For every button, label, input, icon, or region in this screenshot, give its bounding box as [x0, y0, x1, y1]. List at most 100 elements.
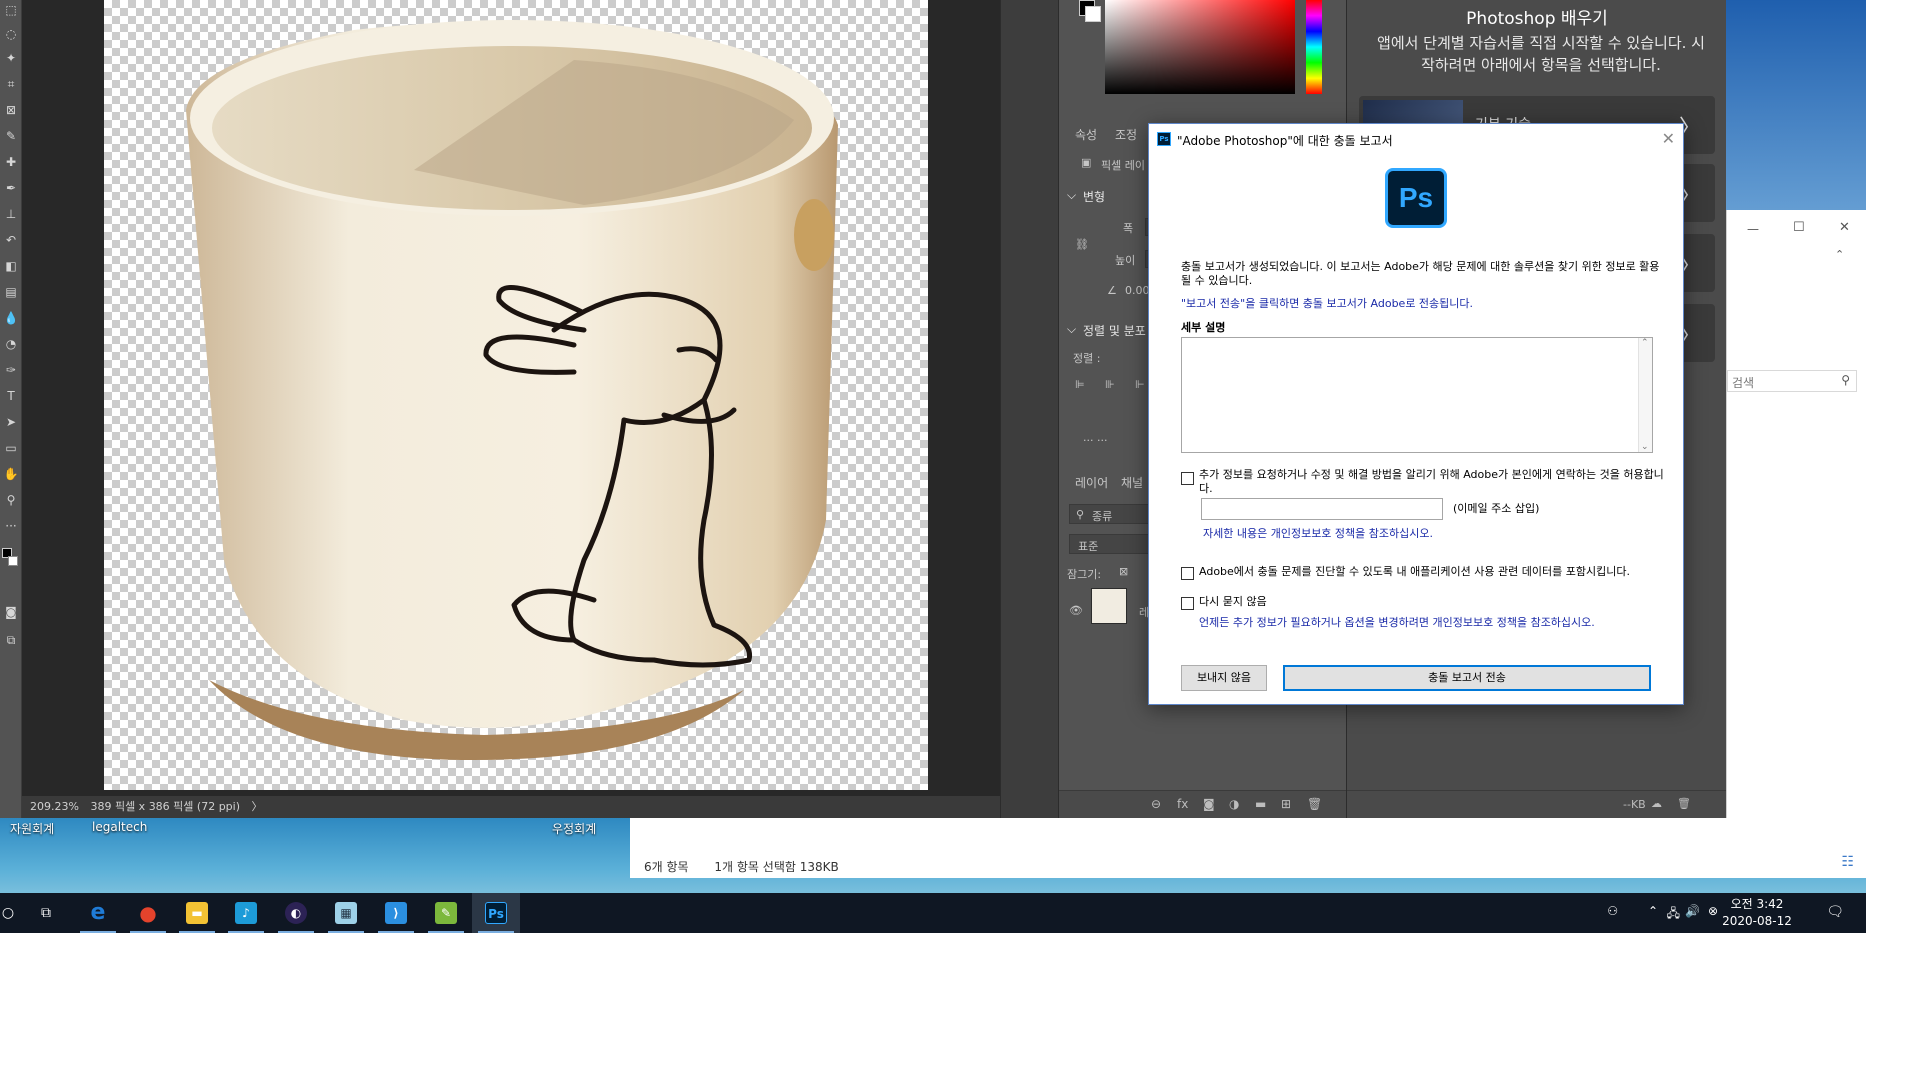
history-brush-tool-icon[interactable]: ↶: [3, 232, 19, 248]
dont-ask-checkbox[interactable]: [1181, 597, 1194, 610]
scroll-down-icon[interactable]: ⌄: [1641, 442, 1649, 452]
file-explorer-icon[interactable]: ▬: [173, 893, 221, 933]
blend-mode-select[interactable]: 표준: [1069, 534, 1159, 554]
link-icon[interactable]: ⛓: [1075, 238, 1089, 251]
blur-tool-icon[interactable]: 💧: [3, 310, 19, 326]
align-left-icon[interactable]: ⊫: [1075, 378, 1085, 391]
align-section-title[interactable]: 정렬 및 분포: [1083, 322, 1146, 339]
angle-value[interactable]: 0.00: [1125, 284, 1150, 297]
quick-select-tool-icon[interactable]: ✦: [3, 50, 19, 66]
eyedropper-tool-icon[interactable]: ✎: [3, 128, 19, 144]
scrollbar[interactable]: ⌃ ⌄: [1638, 338, 1652, 452]
chrome-icon[interactable]: ●: [124, 893, 172, 933]
background-swatch[interactable]: [1085, 6, 1101, 22]
email-field[interactable]: [1201, 498, 1443, 520]
screen-mode-icon[interactable]: ⧉: [3, 632, 19, 648]
crop-tool-icon[interactable]: ⌗: [3, 76, 19, 92]
contact-checkbox[interactable]: [1181, 472, 1194, 485]
layer-filter-select[interactable]: ⚲ 종류: [1069, 504, 1159, 524]
transform-section-title[interactable]: 변형: [1083, 188, 1105, 205]
pen-tool-icon[interactable]: ✑: [3, 362, 19, 378]
volume-icon[interactable]: 🔊: [1685, 904, 1700, 918]
gradient-tool-icon[interactable]: ▤: [3, 284, 19, 300]
type-tool-icon[interactable]: T: [3, 388, 19, 404]
chevron-up-icon[interactable]: ⌃: [1648, 904, 1658, 918]
tab-properties[interactable]: 속성: [1075, 126, 1097, 143]
desktop-icon-label[interactable]: 우정회계: [552, 820, 596, 837]
edge-icon[interactable]: e: [74, 893, 122, 933]
tab-channels[interactable]: 채널: [1121, 474, 1143, 491]
document-canvas[interactable]: [104, 0, 928, 790]
tab-adjustments[interactable]: 조정: [1115, 126, 1137, 143]
minimize-icon[interactable]: —: [1747, 222, 1759, 236]
chevron-down-icon[interactable]: ⌵: [1067, 188, 1076, 203]
close-icon[interactable]: ✕: [1662, 129, 1675, 148]
lock-transparency-icon[interactable]: ⊠: [1119, 565, 1128, 578]
privacy-link[interactable]: 자세한 내용은 개인정보보호 정책을 참조하십시오.: [1203, 527, 1653, 541]
maximize-icon[interactable]: ☐: [1793, 220, 1805, 235]
eclipse-icon[interactable]: ◐: [272, 893, 320, 933]
eye-icon[interactable]: 👁: [1069, 604, 1083, 617]
detail-textarea[interactable]: ⌃ ⌄: [1181, 337, 1653, 453]
dodge-tool-icon[interactable]: ◔: [3, 336, 19, 352]
background-color-swatch[interactable]: [8, 556, 18, 566]
task-view-icon[interactable]: ⧉: [22, 893, 70, 933]
hue-slider[interactable]: [1306, 0, 1322, 94]
close-icon[interactable]: ✕: [1839, 220, 1850, 235]
chevron-up-icon[interactable]: ⌃: [1835, 248, 1844, 261]
chevron-down-icon[interactable]: ⌵: [1067, 322, 1076, 337]
align-center-icon[interactable]: ⊪: [1105, 378, 1115, 391]
frame-tool-icon[interactable]: ⊠: [3, 102, 19, 118]
layer-thumbnail[interactable]: [1091, 588, 1127, 624]
quick-mask-icon[interactable]: ◙: [3, 604, 19, 620]
stamp-tool-icon[interactable]: ⊥: [3, 206, 19, 222]
new-layer-icon[interactable]: ⊞: [1281, 797, 1291, 811]
more-options[interactable]: ··· ···: [1083, 434, 1107, 447]
desktop-icon-label[interactable]: legaltech: [92, 820, 147, 834]
zoom-tool-icon[interactable]: ⚲: [3, 492, 19, 508]
tab-layers[interactable]: 레이어: [1075, 474, 1108, 491]
notepad-icon[interactable]: ▦: [322, 893, 370, 933]
notepad-plus-icon[interactable]: ✎: [422, 893, 470, 933]
status-chevron-icon[interactable]: 〉: [252, 800, 263, 813]
search-input[interactable]: 검색 ⚲: [1727, 370, 1857, 392]
network-icon[interactable]: 🖧: [1667, 904, 1680, 925]
more-tools-icon[interactable]: ···: [3, 518, 19, 534]
usage-data-checkbox[interactable]: [1181, 567, 1194, 580]
marquee-tool-icon[interactable]: ⬚: [3, 2, 19, 18]
music-app-icon[interactable]: ♪: [222, 893, 270, 933]
brush-tool-icon[interactable]: ✒: [3, 180, 19, 196]
folder-icon[interactable]: ▬: [1255, 797, 1266, 811]
healing-brush-tool-icon[interactable]: ✚: [3, 154, 19, 170]
contact-checkbox-label[interactable]: 추가 정보를 요청하거나 수정 및 해결 방법을 알리기 위해 Adobe가 본…: [1199, 468, 1665, 496]
vscode-icon[interactable]: ⟩: [372, 893, 420, 933]
eraser-tool-icon[interactable]: ◧: [3, 258, 19, 274]
path-select-tool-icon[interactable]: ➤: [3, 414, 19, 430]
dont-ask-checkbox-label[interactable]: 다시 묻지 않음: [1199, 595, 1499, 609]
scroll-up-icon[interactable]: ⌃: [1641, 338, 1649, 348]
trash-icon[interactable]: 🗑: [1307, 797, 1322, 811]
send-report-button[interactable]: 충돌 보고서 전송: [1283, 665, 1651, 691]
notifications-icon[interactable]: 🗨: [1826, 904, 1844, 920]
clock[interactable]: 오전 3:42 2020-08-12: [1712, 896, 1802, 930]
fx-icon[interactable]: fx: [1177, 797, 1188, 811]
align-right-icon[interactable]: ⊩: [1135, 378, 1145, 391]
photoshop-taskbar-icon[interactable]: Ps: [472, 893, 520, 933]
details-view-icon[interactable]: ☷: [1841, 854, 1854, 870]
desktop-icon-label[interactable]: 자원회계: [10, 820, 54, 837]
mask-icon[interactable]: ◙: [1203, 797, 1215, 811]
trash-icon[interactable]: 🗑: [1677, 797, 1691, 810]
color-picker-field[interactable]: [1105, 0, 1295, 94]
usage-data-checkbox-label[interactable]: Adobe에서 충돌 문제를 진단할 수 있도록 내 애플리케이션 사용 관련 …: [1199, 565, 1669, 579]
screen: ⬚ ◌ ✦ ⌗ ⊠ ✎ ✚ ✒ ⊥ ↶ ◧ ▤ 💧 ◔ ✑ T ➤ ▭ ✋ ⚲ …: [0, 0, 1920, 1080]
dont-send-button[interactable]: 보내지 않음: [1181, 665, 1267, 691]
lasso-tool-icon[interactable]: ◌: [3, 26, 19, 42]
zoom-level[interactable]: 209.23%: [30, 800, 79, 813]
people-icon[interactable]: ⚇: [1607, 904, 1618, 918]
document-status-bar: 209.23% 389 픽셀 x 386 픽셀 (72 ppi) 〉: [22, 796, 1022, 818]
rectangle-tool-icon[interactable]: ▭: [3, 440, 19, 456]
hand-tool-icon[interactable]: ✋: [3, 466, 19, 482]
adjustment-icon[interactable]: ◑: [1229, 797, 1239, 811]
link-layers-icon[interactable]: ⊖: [1151, 797, 1161, 811]
cloud-icon[interactable]: ☁: [1651, 797, 1662, 810]
